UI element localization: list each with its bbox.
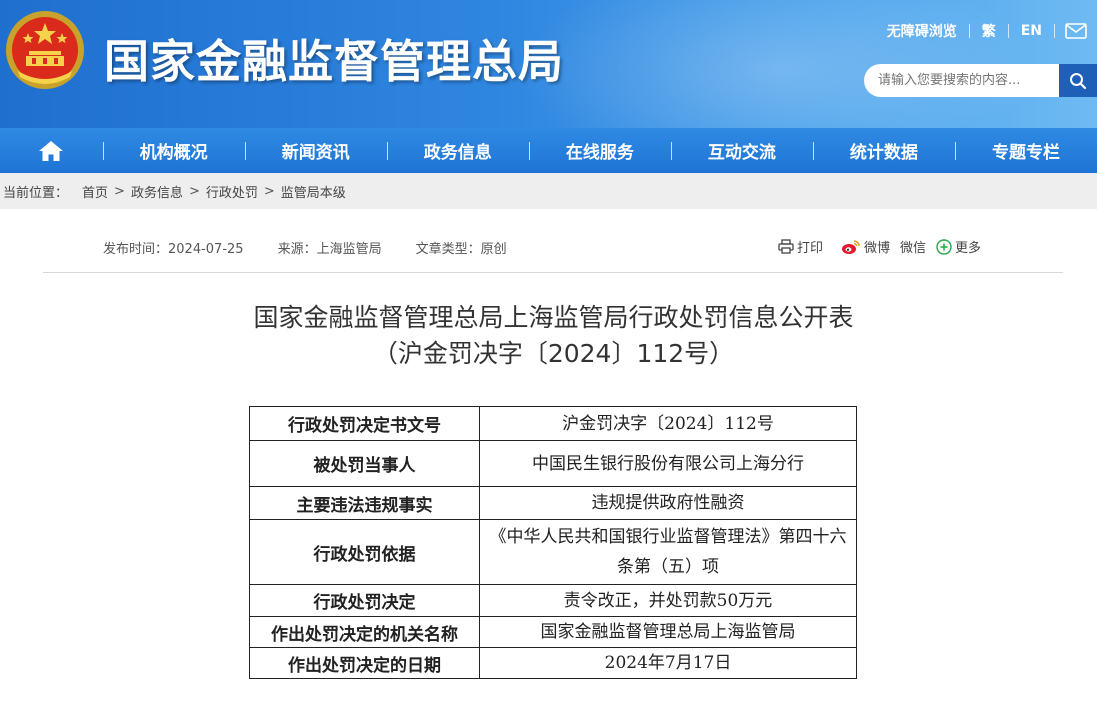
breadcrumb-separator: > xyxy=(188,183,200,199)
table-value: 沪金罚决字〔2024〕112号 xyxy=(479,406,857,441)
table-key: 行政处罚依据 xyxy=(249,519,480,585)
nav-item-statistics[interactable]: 统计数据 xyxy=(812,128,955,173)
nav-home[interactable] xyxy=(0,128,103,173)
accessibility-link[interactable]: 无障碍浏览 xyxy=(875,21,969,41)
table-value: 《中华人民共和国银行业监督管理法》第四十六条第（五）项 xyxy=(479,519,857,585)
breadcrumb-label: 当前位置： xyxy=(3,185,69,201)
table-value: 违规提供政府性融资 xyxy=(479,486,857,520)
article-title-line2: （沪金罚决字〔2024〕112号） xyxy=(372,339,735,368)
table-key: 作出处罚决定的日期 xyxy=(249,647,480,679)
nav-item-about[interactable]: 机构概况 xyxy=(102,128,245,173)
table-key: 被处罚当事人 xyxy=(249,440,480,487)
breadcrumb-bureau-level[interactable]: 监管局本级 xyxy=(281,182,346,201)
printer-icon xyxy=(778,239,794,254)
table-key: 行政处罚决定书文号 xyxy=(249,406,480,441)
plus-circle-icon xyxy=(936,238,952,255)
table-key: 作出处罚决定的机关名称 xyxy=(249,616,480,648)
share-toolbar: 打印 微博 微信 更多 xyxy=(778,237,991,256)
site-header: 国家金融监督管理总局 无障碍浏览 繁 EN xyxy=(0,0,1097,128)
table-row: 作出处罚决定的日期 2024年7月17日 xyxy=(249,647,857,679)
table-row: 作出处罚决定的机关名称 国家金融监督管理总局上海监管局 xyxy=(249,616,857,648)
table-value: 中国民生银行股份有限公司上海分行 xyxy=(479,440,857,487)
table-row: 行政处罚决定书文号 沪金罚决字〔2024〕112号 xyxy=(249,406,857,441)
print-label: 打印 xyxy=(797,241,824,256)
more-share-button[interactable]: 更多 xyxy=(936,237,981,256)
publish-time: 发布时间：2024-07-25 xyxy=(103,242,244,257)
mail-icon[interactable] xyxy=(1065,23,1087,39)
breadcrumb: 当前位置： 首页 > 政务信息 > 行政处罚 > 监管局本级 xyxy=(0,173,1097,209)
breadcrumb-government-info[interactable]: 政务信息 xyxy=(131,182,183,201)
article-source: 来源：上海监管局 xyxy=(277,242,382,257)
search-button[interactable] xyxy=(1059,64,1097,97)
wechat-share-button[interactable]: 微信 xyxy=(900,237,926,256)
meta-divider xyxy=(43,272,1063,273)
site-title: 国家金融监督管理总局 xyxy=(104,35,565,88)
table-key: 主要违法违规事实 xyxy=(249,486,480,520)
article-meta: 发布时间：2024-07-25 来源：上海监管局 文章类型：原创 xyxy=(103,238,507,257)
search-icon xyxy=(1070,72,1087,89)
table-row: 行政处罚决定 责令改正，并处罚款50万元 xyxy=(249,584,857,617)
table-key: 行政处罚决定 xyxy=(249,584,480,617)
national-emblem-icon xyxy=(6,11,84,89)
table-row: 主要违法违规事实 违规提供政府性融资 xyxy=(249,486,857,520)
breadcrumb-separator: > xyxy=(263,183,275,199)
weibo-icon xyxy=(842,239,860,254)
more-label: 更多 xyxy=(955,241,982,256)
english-link[interactable]: EN xyxy=(1009,23,1054,39)
breadcrumb-penalty[interactable]: 行政处罚 xyxy=(206,182,258,201)
breadcrumb-home[interactable]: 首页 xyxy=(82,182,108,201)
table-value: 2024年7月17日 xyxy=(479,647,857,679)
nav-item-interaction[interactable]: 互动交流 xyxy=(670,128,813,173)
weibo-share-button[interactable]: 微博 xyxy=(841,237,890,256)
article-title: 国家金融监督管理总局上海监管局行政处罚信息公开表 （沪金罚决字〔2024〕112… xyxy=(0,300,1097,372)
table-row: 被处罚当事人 中国民生银行股份有限公司上海分行 xyxy=(249,440,857,487)
table-row: 行政处罚依据 《中华人民共和国银行业监督管理法》第四十六条第（五）项 xyxy=(249,519,857,585)
nav-item-topics[interactable]: 专题专栏 xyxy=(954,128,1097,173)
nav-item-news[interactable]: 新闻资讯 xyxy=(244,128,387,173)
nav-item-government-info[interactable]: 政务信息 xyxy=(386,128,529,173)
wechat-label: 微信 xyxy=(900,241,927,256)
main-nav: 机构概况 新闻资讯 政务信息 在线服务 互动交流 统计数据 专题专栏 xyxy=(0,128,1097,173)
article-type: 文章类型：原创 xyxy=(415,242,507,257)
table-value: 责令改正，并处罚款50万元 xyxy=(479,584,857,617)
search-input[interactable] xyxy=(864,64,1059,97)
traditional-chinese-link[interactable]: 繁 xyxy=(970,21,1008,41)
nav-item-online-service[interactable]: 在线服务 xyxy=(528,128,671,173)
link-divider xyxy=(1054,24,1055,38)
weibo-label: 微博 xyxy=(864,241,891,256)
breadcrumb-separator: > xyxy=(114,183,125,199)
print-button[interactable]: 打印 xyxy=(778,237,823,256)
home-icon xyxy=(39,140,64,161)
penalty-info-table: 行政处罚决定书文号 沪金罚决字〔2024〕112号 被处罚当事人 中国民生银行股… xyxy=(249,406,857,679)
table-value: 国家金融监督管理总局上海监管局 xyxy=(479,616,857,648)
top-links: 无障碍浏览 繁 EN xyxy=(875,20,1097,42)
article-title-line1: 国家金融监督管理总局上海监管局行政处罚信息公开表 xyxy=(253,303,854,332)
